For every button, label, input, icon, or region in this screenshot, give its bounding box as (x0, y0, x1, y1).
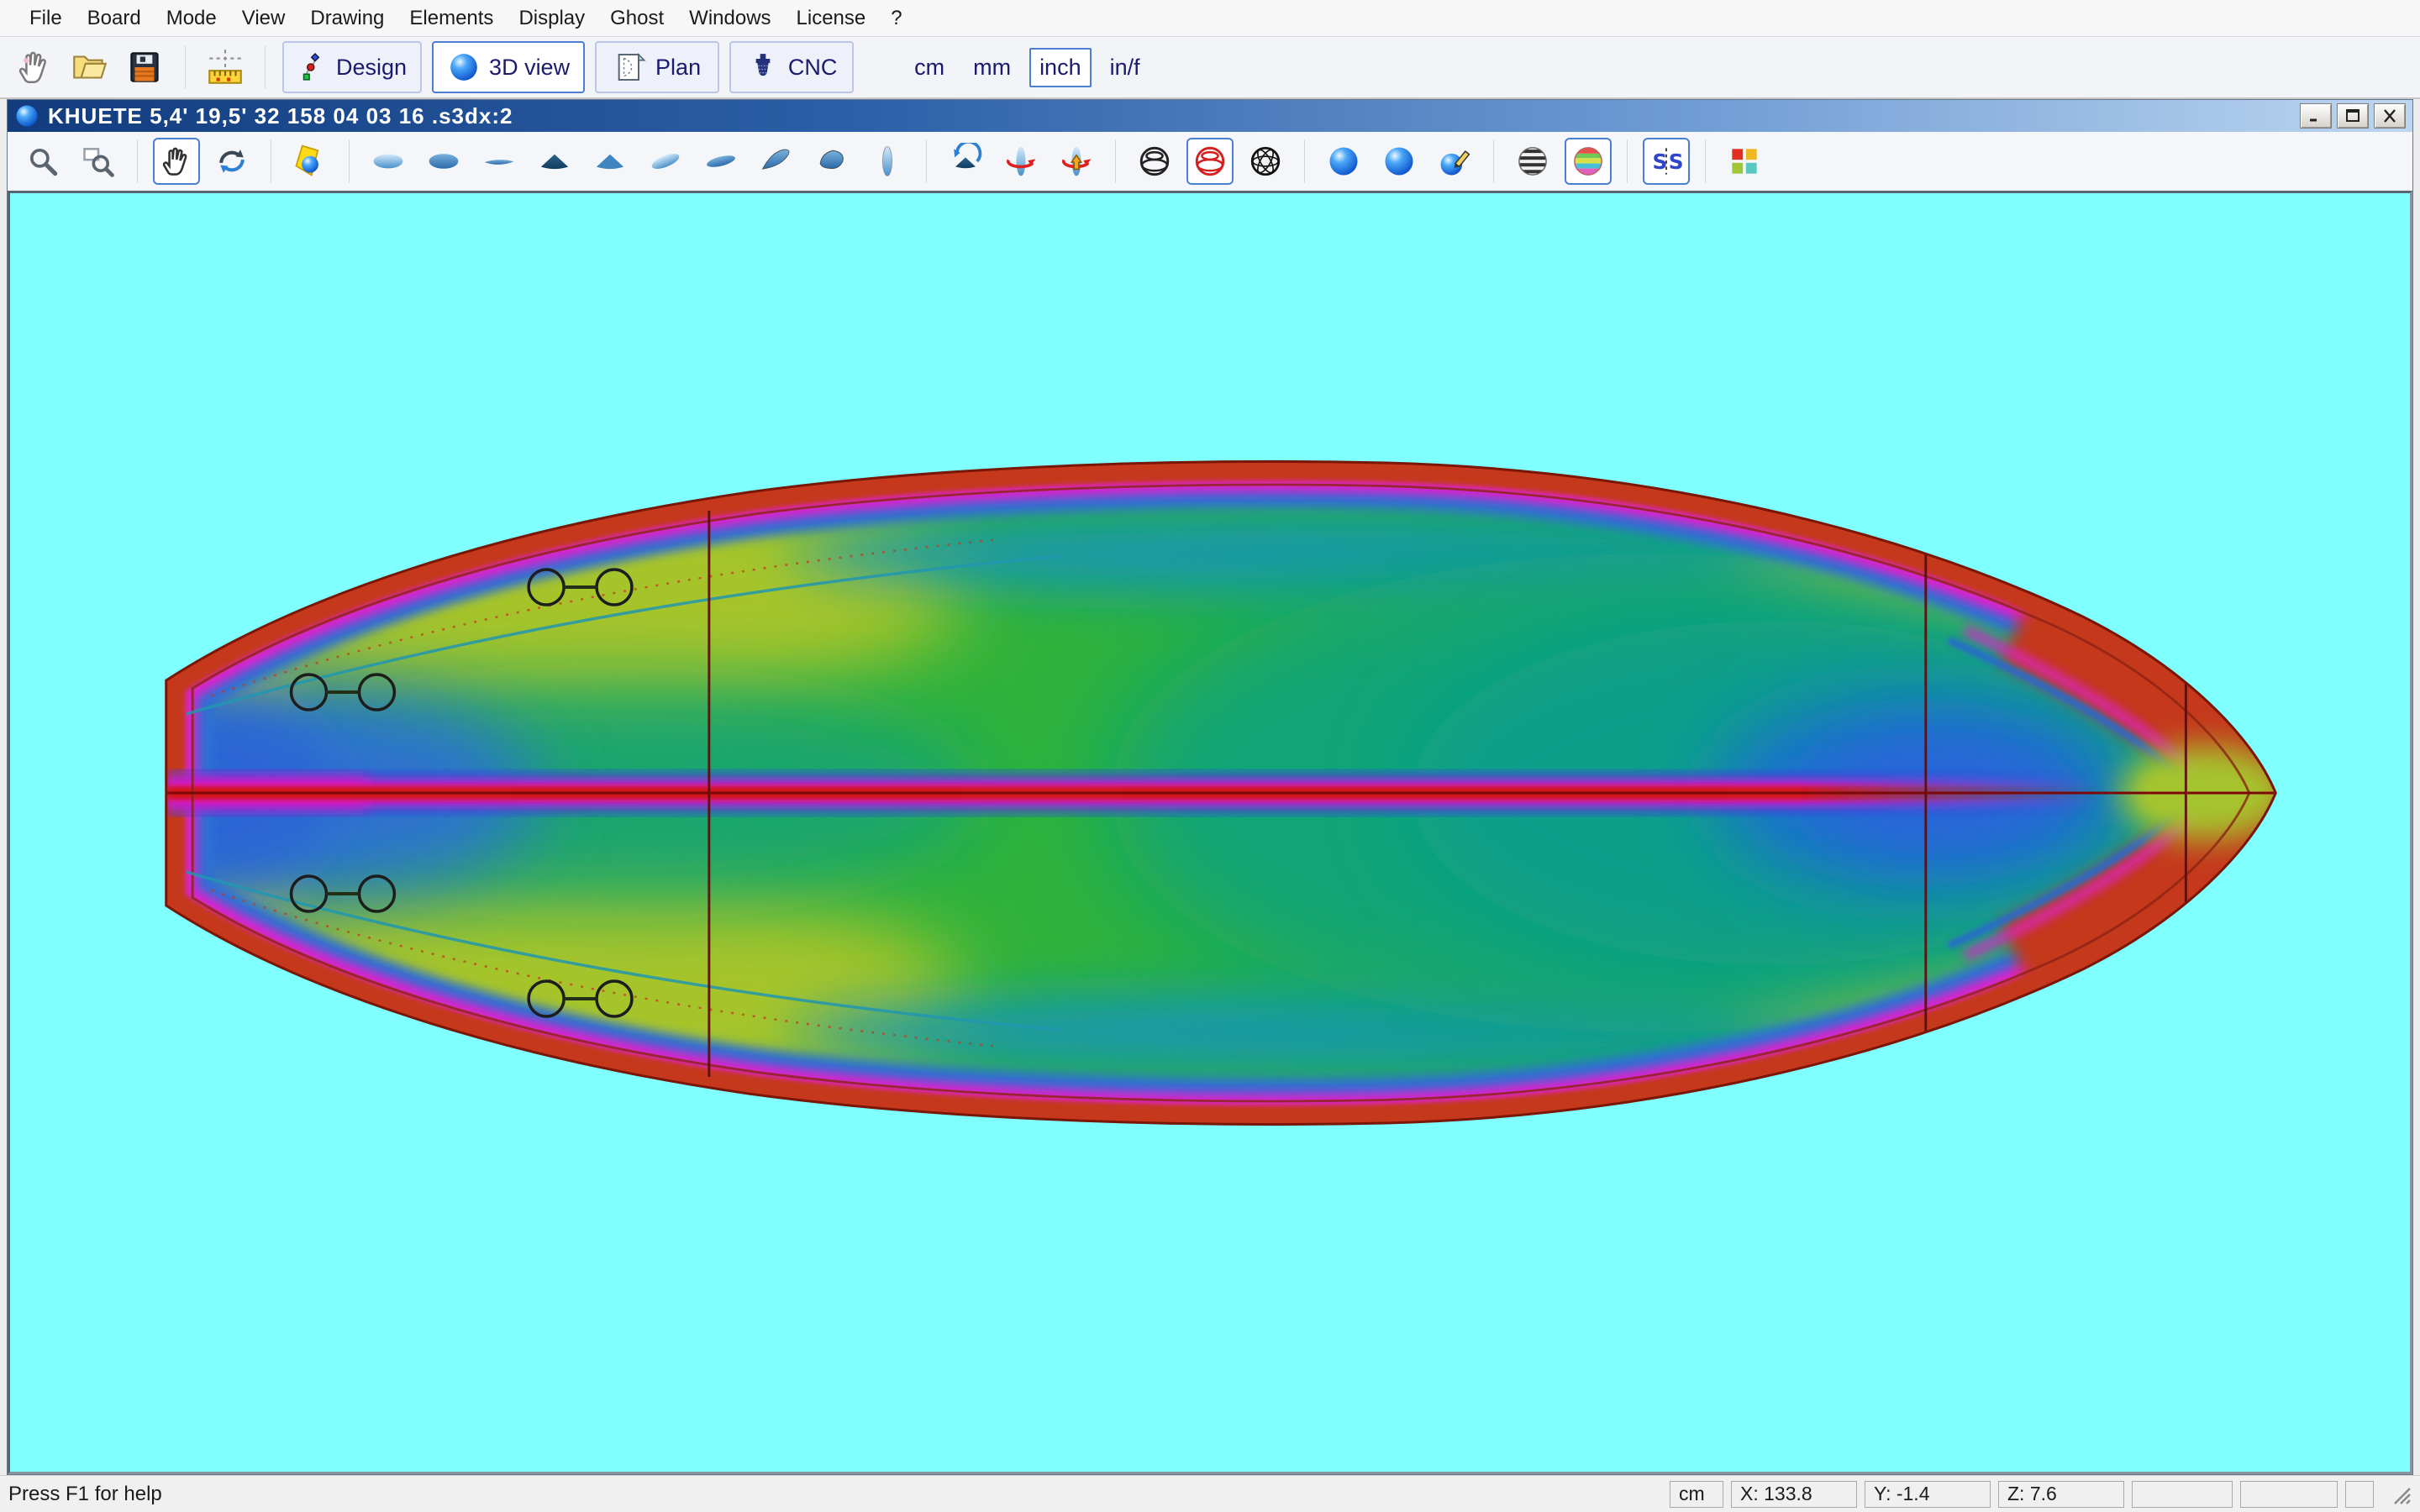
light-icon[interactable] (287, 138, 334, 185)
viewport-3d[interactable] (8, 191, 2412, 1474)
svg-text:S: S (1669, 150, 1684, 174)
maximize-button[interactable] (2337, 103, 2369, 129)
view-persp-top-icon[interactable] (642, 138, 689, 185)
plan-label: Plan (655, 55, 701, 81)
view-bottom-icon[interactable] (420, 138, 467, 185)
unit-cm[interactable]: cm (904, 48, 955, 87)
document-title: KHUETE 5,4' 19,5' 32 158 04 03 16 .s3dx:… (48, 103, 513, 129)
status-coord-y: Y: -1.4 (1865, 1481, 1991, 1508)
view-outline-icon[interactable] (864, 138, 911, 185)
toolbar-separator (185, 45, 186, 89)
status-panel-empty-1 (2132, 1481, 2233, 1508)
symmetry-check-icon[interactable]: SS (1643, 138, 1690, 185)
3d-view-label: 3D view (489, 55, 570, 81)
shaded-smooth-icon[interactable] (1376, 138, 1423, 185)
status-coord-x: X: 133.8 (1731, 1481, 1857, 1508)
menu-windows[interactable]: Windows (676, 0, 783, 36)
rotate-3d-icon[interactable] (208, 138, 255, 185)
view-persp-bottom-icon[interactable] (697, 138, 744, 185)
menu-license[interactable]: License (784, 0, 879, 36)
menu-elements[interactable]: Elements (397, 0, 506, 36)
zebra-stripes-icon[interactable] (1509, 138, 1556, 185)
toolbar-separator (1115, 139, 1116, 183)
plan-button[interactable]: Plan (595, 41, 719, 93)
design-label: Design (336, 55, 407, 81)
mesh-icon[interactable] (1242, 138, 1289, 185)
status-coord-z: Z: 7.6 (1998, 1481, 2124, 1508)
status-unit: cm (1670, 1481, 1723, 1508)
view-top-icon[interactable] (365, 138, 412, 185)
wireframe-icon[interactable] (1131, 138, 1178, 185)
toolbar-separator (137, 139, 138, 183)
view-toolbar: SS (8, 132, 2412, 191)
menu-ghost[interactable]: Ghost (597, 0, 676, 36)
svg-text:S: S (1653, 150, 1668, 174)
document-icon (14, 103, 39, 129)
unit-inch[interactable]: inch (1029, 48, 1092, 87)
3d-view-button[interactable]: 3D view (432, 41, 585, 93)
status-panel-empty-3 (2345, 1481, 2374, 1508)
menu-display[interactable]: Display (506, 0, 597, 36)
view-persp-free-icon[interactable] (808, 138, 855, 185)
status-panel-empty-2 (2240, 1481, 2338, 1508)
cnc-button[interactable]: CNC (729, 41, 854, 93)
save-icon[interactable] (123, 43, 168, 92)
cnc-label: CNC (788, 55, 838, 81)
unit-inf[interactable]: in/f (1100, 48, 1150, 87)
wireframe-current-icon[interactable] (1186, 138, 1234, 185)
plan-icon (613, 49, 647, 86)
pan-hand-icon[interactable] (153, 138, 200, 185)
toolbar-separator (1705, 139, 1706, 183)
resize-grip[interactable] (2390, 1483, 2412, 1505)
menu-drawing[interactable]: Drawing (297, 0, 397, 36)
color-palette-icon[interactable] (1721, 138, 1768, 185)
view-persp-side-icon[interactable] (753, 138, 800, 185)
unit-selector: cm mm inch in/f (904, 48, 1150, 87)
status-help-text: Press F1 for help (8, 1483, 162, 1506)
menu-board[interactable]: Board (75, 0, 154, 36)
minimize-button[interactable] (2300, 103, 2332, 129)
shaded-icon[interactable] (1320, 138, 1367, 185)
rotate-front-icon[interactable] (942, 138, 989, 185)
menu-bar: File Board Mode View Drawing Elements Di… (0, 0, 2420, 37)
unit-mm[interactable]: mm (963, 48, 1021, 87)
zoom-icon[interactable] (19, 138, 66, 185)
flip-board-icon[interactable] (1053, 138, 1100, 185)
document-window: KHUETE 5,4' 19,5' 32 158 04 03 16 .s3dx:… (7, 99, 2413, 1475)
surfboard-render (10, 193, 2410, 1472)
view-front-icon[interactable] (531, 138, 578, 185)
pointer-icon[interactable] (12, 43, 57, 92)
toolbar-separator (1493, 139, 1494, 183)
design-button[interactable]: Design (282, 41, 422, 93)
main-toolbar: Design 3D view Plan CNC cm mm inch in/f (0, 37, 2420, 99)
toolbar-separator (349, 139, 350, 183)
design-icon (297, 49, 328, 86)
measurements-icon[interactable] (203, 43, 248, 92)
toolbar-separator (265, 45, 266, 89)
toolbar-separator (1627, 139, 1628, 183)
open-folder-icon[interactable] (67, 43, 113, 92)
view-side-icon[interactable] (476, 138, 523, 185)
toolbar-separator (1304, 139, 1305, 183)
rotate-long-axis-icon[interactable] (997, 138, 1044, 185)
view-back-icon[interactable] (587, 138, 634, 185)
toolbar-separator (926, 139, 927, 183)
sphere-icon (447, 50, 481, 84)
menu-mode[interactable]: Mode (154, 0, 229, 36)
board-surface (10, 428, 2317, 1168)
menu-view[interactable]: View (229, 0, 298, 36)
document-titlebar[interactable]: KHUETE 5,4' 19,5' 32 158 04 03 16 .s3dx:… (8, 100, 2412, 132)
close-button[interactable] (2374, 103, 2406, 129)
menu-file[interactable]: File (17, 0, 75, 36)
curvature-map-icon[interactable] (1565, 138, 1612, 185)
menu-help[interactable]: ? (878, 0, 914, 36)
zoom-window-icon[interactable] (75, 138, 122, 185)
sketch-icon[interactable] (1431, 138, 1478, 185)
cnc-icon (746, 49, 780, 86)
status-bar: Press F1 for help cm X: 133.8 Y: -1.4 Z:… (0, 1475, 2420, 1512)
